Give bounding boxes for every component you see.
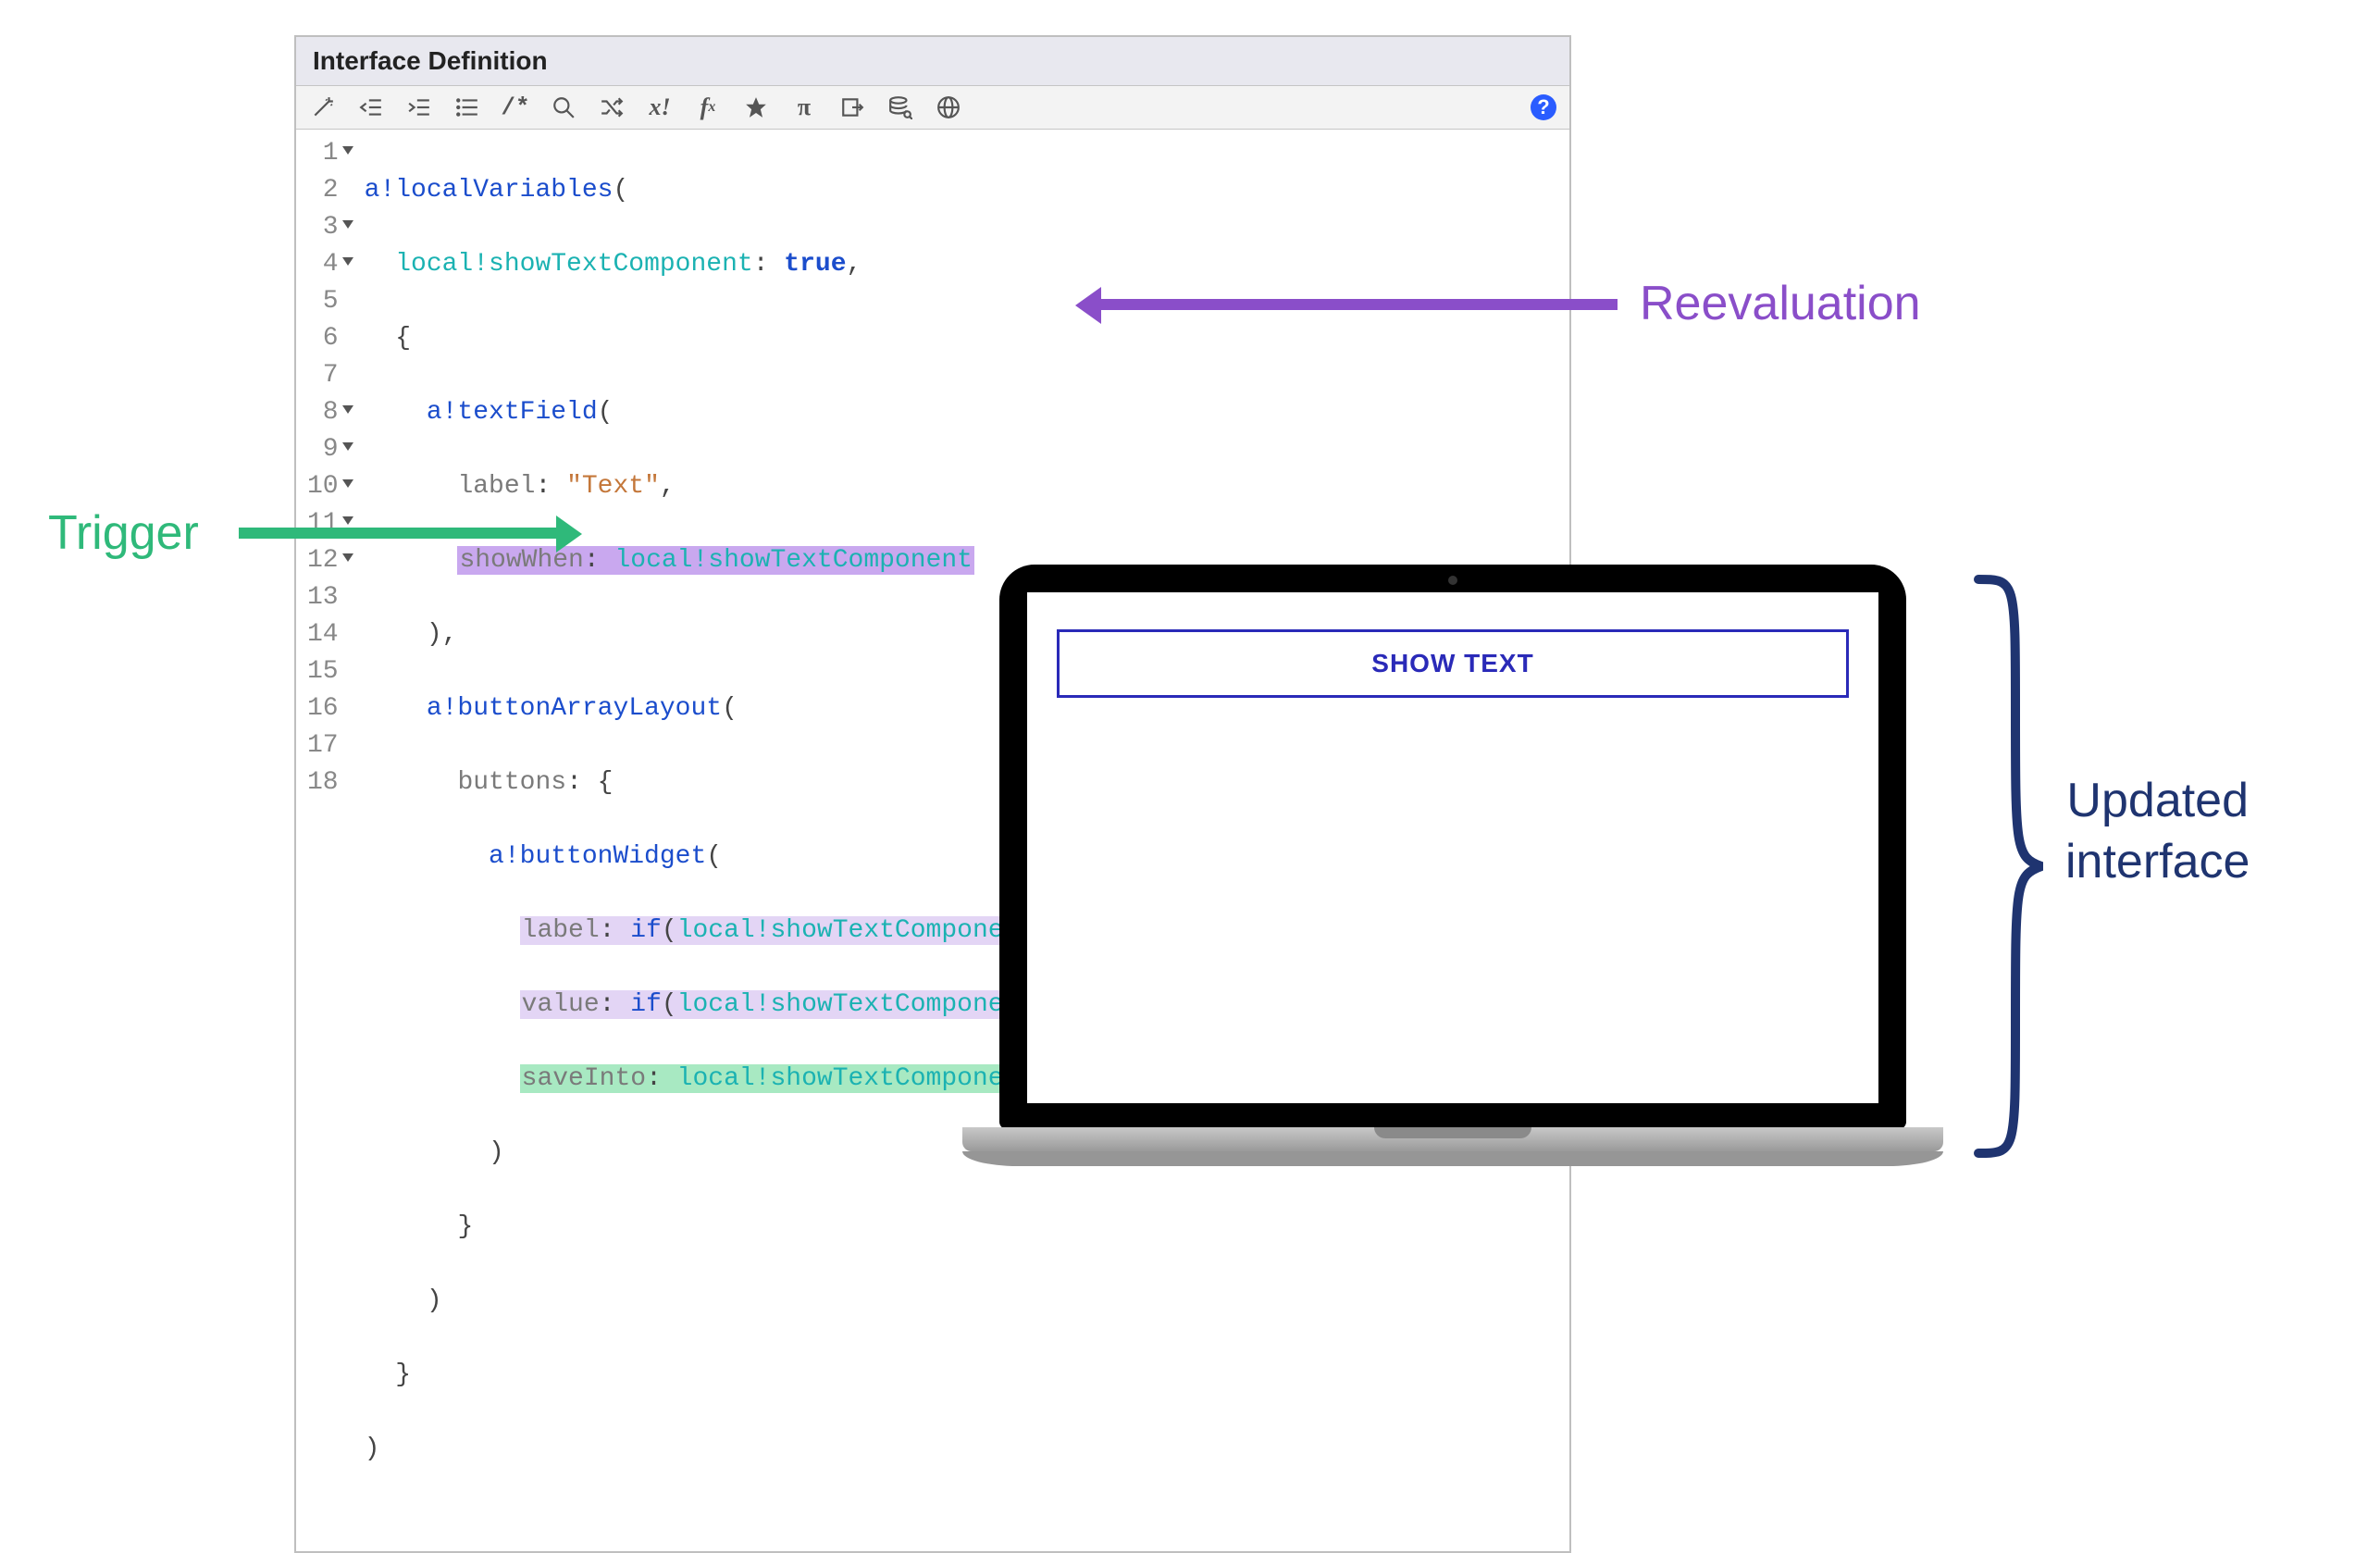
code-line-1: a!localVariables( [365, 172, 1560, 209]
brace-icon [1969, 570, 2043, 1162]
database-icon[interactable] [886, 93, 914, 121]
laptop-screen: SHOW TEXT [1027, 592, 1878, 1103]
fx-icon[interactable]: fx [694, 93, 722, 121]
laptop-frame: SHOW TEXT [999, 565, 1906, 1129]
laptop-base [962, 1127, 1943, 1151]
indent-icon[interactable] [405, 93, 433, 121]
code-line-16: ) [365, 1283, 1560, 1320]
shuffle-icon[interactable] [598, 93, 626, 121]
trigger-label: Trigger [48, 505, 199, 561]
globe-icon[interactable] [935, 93, 962, 121]
camera-icon [1448, 576, 1457, 585]
panel-title: Interface Definition [296, 37, 1569, 86]
magic-wand-icon[interactable] [309, 93, 337, 121]
trigger-arrow [239, 528, 558, 539]
list-icon[interactable] [453, 93, 481, 121]
code-line-17: } [365, 1357, 1560, 1394]
code-line-18: ) [365, 1431, 1560, 1468]
search-icon[interactable] [550, 93, 577, 121]
laptop-mockup: SHOW TEXT [962, 565, 1943, 1151]
code-line-3: { [365, 320, 1560, 357]
code-line-5: label: "Text", [365, 468, 1560, 505]
updated-interface-label: Updated interface [2065, 770, 2250, 892]
reevaluation-label: Reevaluation [1640, 276, 1921, 331]
pi-icon[interactable]: π [790, 93, 818, 121]
export-icon[interactable] [838, 93, 866, 121]
code-line-2: local!showTextComponent: true, [365, 246, 1560, 283]
line-gutter: 1 2 3 4 5 6 7 8 9 10 11 12 13 14 15 16 1… [296, 130, 355, 1551]
code-line-4: a!textField( [365, 394, 1560, 431]
star-icon[interactable] [742, 93, 770, 121]
comment-icon[interactable]: /* [502, 93, 529, 121]
outdent-icon[interactable] [357, 93, 385, 121]
xi-icon[interactable]: x! [646, 93, 674, 121]
help-icon[interactable]: ? [1531, 94, 1556, 120]
reevaluation-arrow [1099, 299, 1618, 310]
code-line-15: } [365, 1209, 1560, 1246]
editor-toolbar: /* x! fx π ? [296, 86, 1569, 130]
show-text-button[interactable]: SHOW TEXT [1057, 629, 1849, 698]
